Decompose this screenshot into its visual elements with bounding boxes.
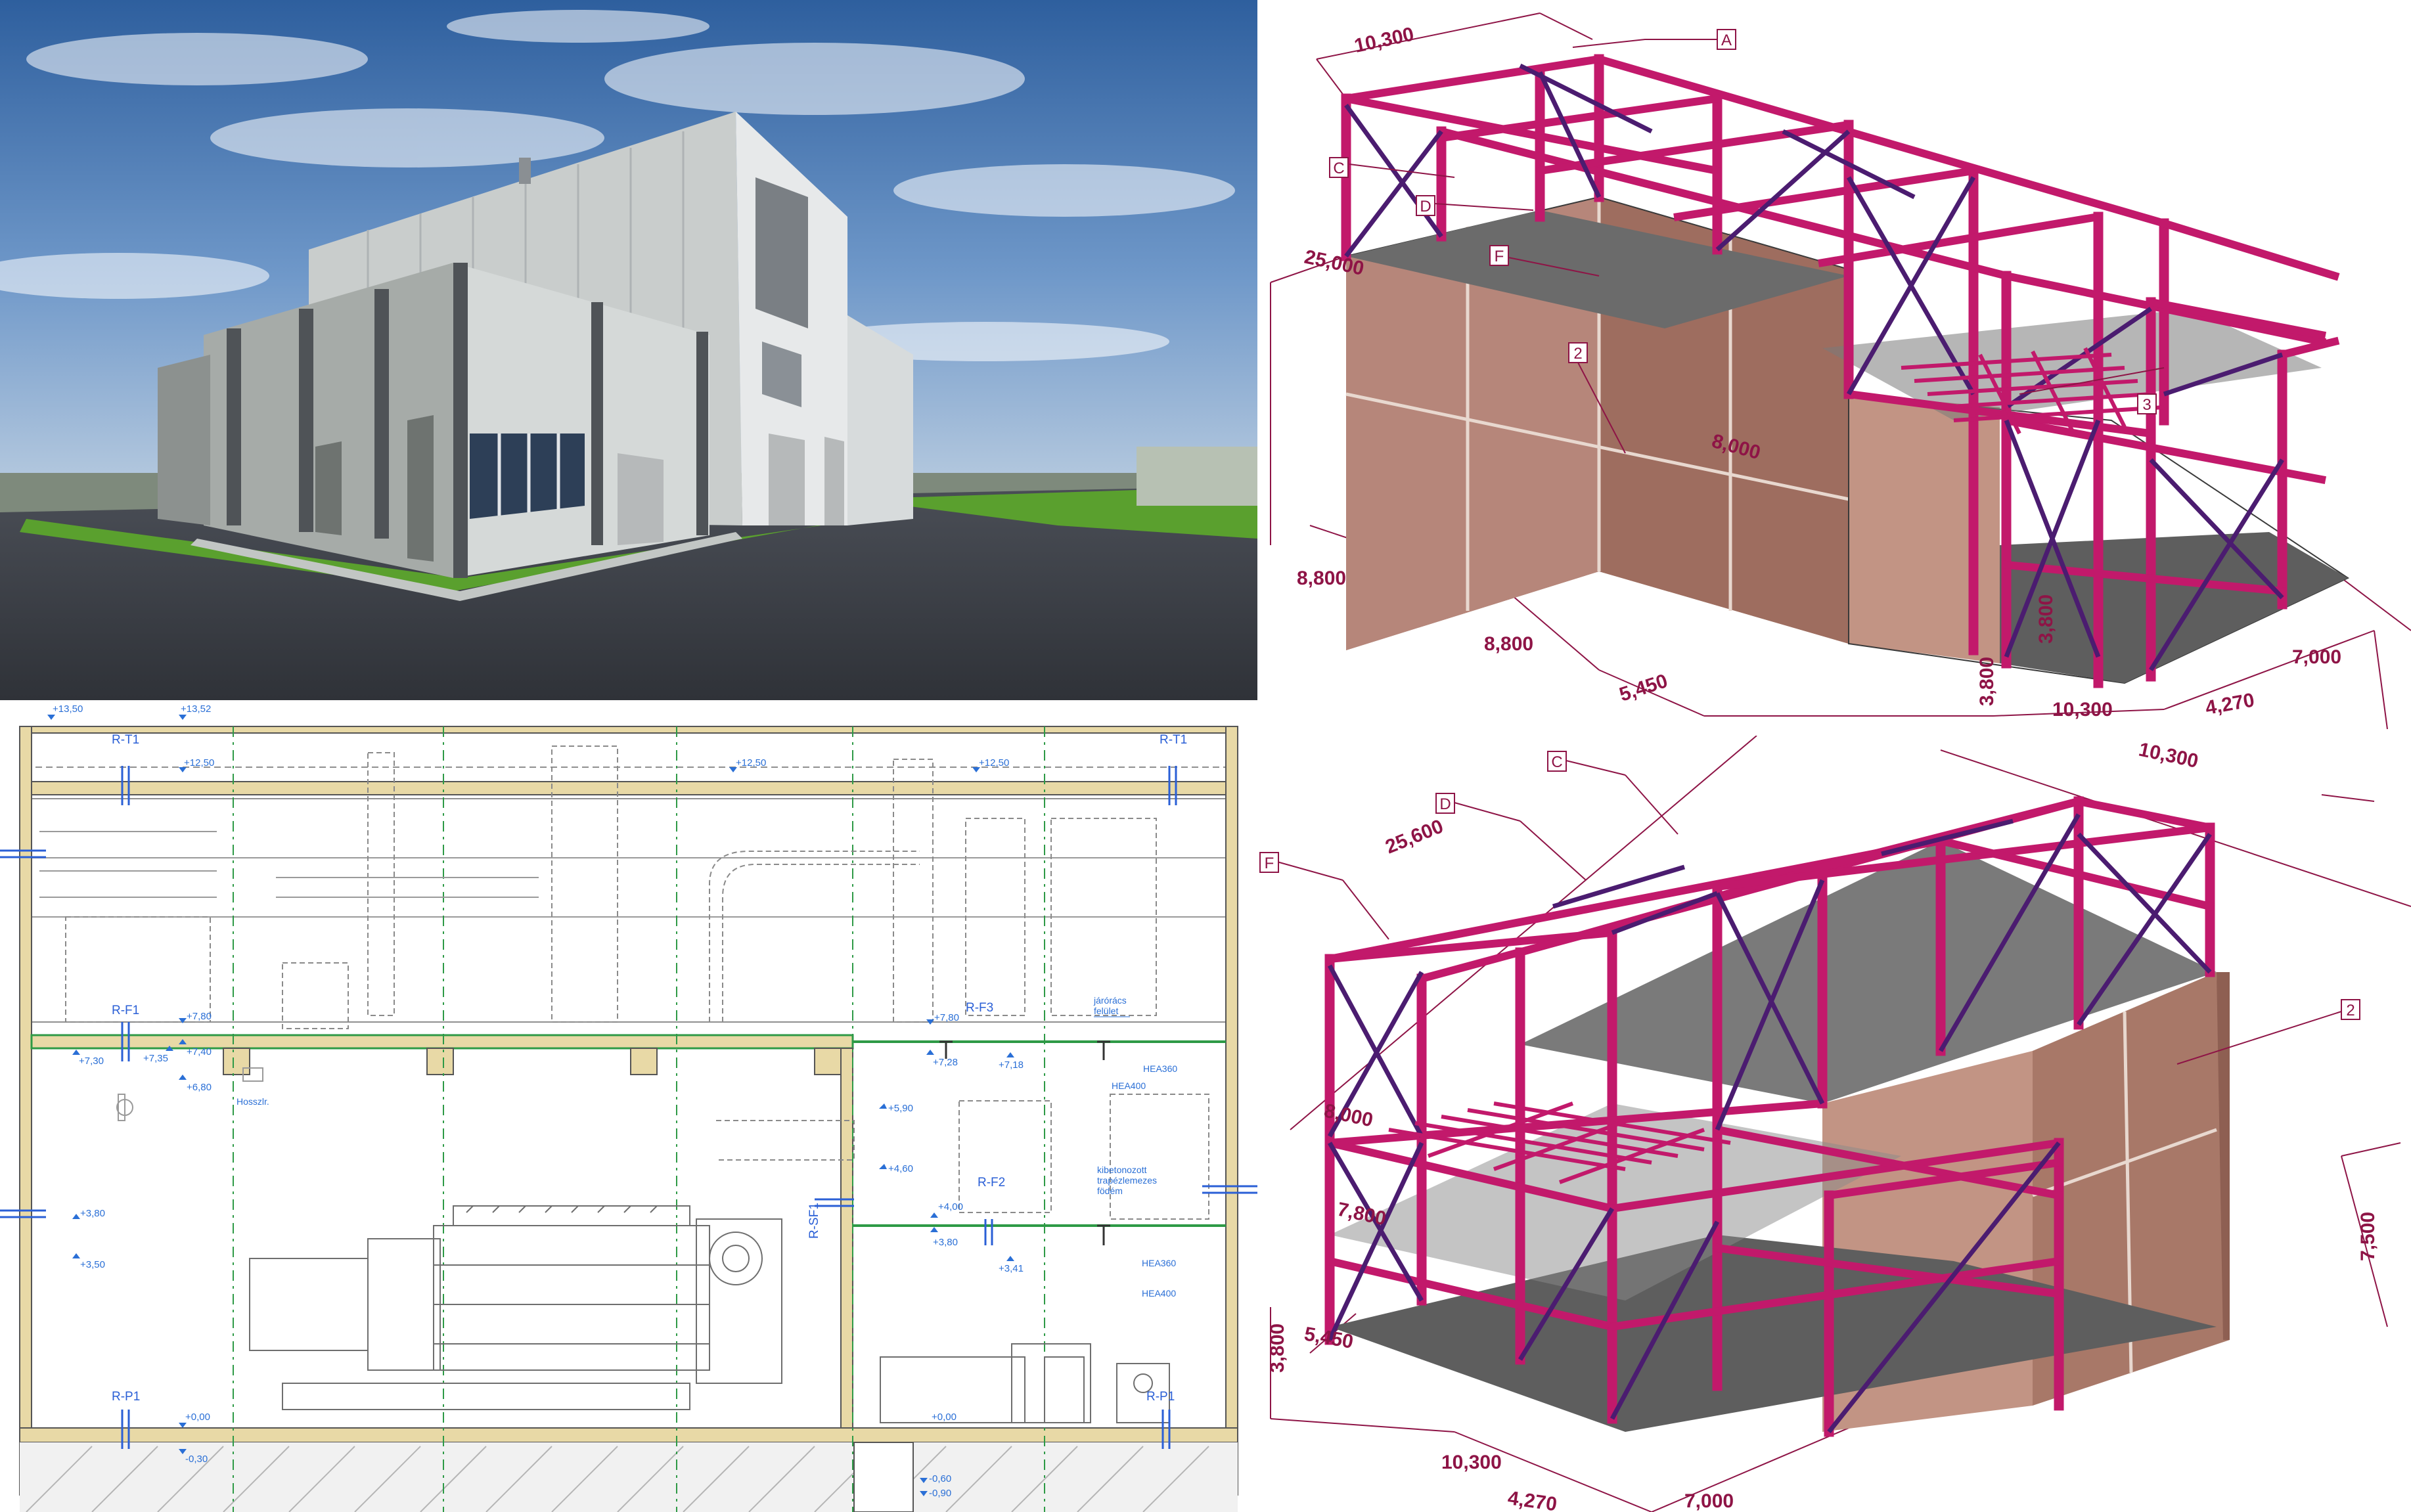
frame-view-2-svg: C D F 2 25,600 10,300 8,000 7,800 5,450 … — [1259, 736, 2411, 1512]
dim2-7800: 7,800 — [1336, 1199, 1388, 1230]
level-735: +7,35 — [143, 1053, 168, 1064]
level-460: +4,60 — [888, 1163, 913, 1174]
dim2-10300-top: 10,300 — [2137, 739, 2201, 772]
tag2-C: C — [1551, 753, 1562, 771]
dim2-7000: 7,000 — [1684, 1490, 1734, 1512]
level-1250-c: +12,50 — [979, 757, 1009, 768]
level-780-b: +7,80 — [934, 1012, 959, 1023]
axis-rsf1: R-SF1 — [807, 1203, 821, 1239]
level-1352: +13,52 — [181, 703, 211, 715]
dim-10300-top: 10,300 — [1353, 23, 1416, 56]
axis-rt1-left: R-T1 — [112, 733, 139, 747]
level-000-b: +0,00 — [932, 1412, 957, 1423]
section-drawing: R-T1 R-T1 R-F1 R-F3 R-F2 R-SF1 R-P1 R-P1 — [0, 700, 1257, 1512]
tag2-F: F — [1265, 855, 1274, 872]
note-jaroracs: járórács — [1093, 995, 1127, 1006]
dim-3800-b: 3,800 — [2035, 594, 2057, 644]
level-400: +4,00 — [938, 1201, 963, 1212]
dim-3800: 3,800 — [1976, 657, 1998, 706]
note-felulet: felület — [1094, 1006, 1118, 1016]
level-780-a: +7,80 — [187, 1011, 212, 1022]
dim2-25600: 25,600 — [1382, 816, 1446, 858]
steel-frame-view-2: C D F 2 25,600 10,300 8,000 7,800 5,450 … — [1257, 736, 2411, 1512]
level-1250-a: +12,50 — [184, 757, 214, 768]
section-svg: R-T1 R-T1 R-F1 R-F3 R-F2 R-SF1 R-P1 R-P1 — [0, 700, 1257, 1512]
dim-8800-b: 8,800 — [1484, 633, 1533, 655]
note-fodem: födém — [1097, 1186, 1123, 1196]
door-4 — [315, 441, 342, 535]
level-m030: -0,30 — [185, 1454, 208, 1465]
level-740: +7,40 — [187, 1046, 212, 1057]
frame-view-1-svg: A C D F 2 3 10,300 25,000 8,000 8,800 8,… — [1270, 12, 2411, 730]
steel-frame-view-1: A C D F 2 3 10,300 25,000 8,000 8,800 8,… — [1257, 0, 2411, 736]
axis-rp1-left: R-P1 — [112, 1390, 140, 1404]
tag-2: 2 — [1573, 345, 1582, 363]
dim-4270: 4,270 — [2203, 689, 2256, 719]
level-380-b: +3,80 — [933, 1237, 958, 1248]
level-380-a: +3,80 — [80, 1208, 105, 1219]
note-trapezlemezes: trapézlemezes — [1097, 1175, 1157, 1186]
level-730: +7,30 — [79, 1056, 104, 1067]
note-hea400-b: HEA400 — [1142, 1288, 1176, 1299]
note-hea360-a: HEA360 — [1143, 1063, 1177, 1074]
dim2-10300-bottom: 10,300 — [1441, 1452, 1502, 1473]
dim-7000: 7,000 — [2292, 646, 2341, 668]
level-341: +3,41 — [999, 1263, 1024, 1274]
dim2-4270: 4,270 — [1506, 1487, 1558, 1512]
ground-slab — [19, 1427, 1238, 1512]
note-hinge: Hosszlr. — [237, 1096, 269, 1107]
tag-C: C — [1333, 160, 1344, 177]
level-m060: -0,60 — [929, 1473, 951, 1484]
axis-rt1-right: R-T1 — [1160, 733, 1187, 747]
dim2-7500: 7,500 — [2357, 1212, 2379, 1261]
neighbor-building — [1137, 447, 1257, 506]
dim-8800-a: 8,800 — [1297, 567, 1346, 589]
level-680: +6,80 — [187, 1082, 212, 1093]
wall-left — [19, 726, 32, 1496]
level-000: +0,00 — [185, 1412, 210, 1423]
axis-rf1: R-F1 — [112, 1004, 139, 1017]
tag-A: A — [1721, 32, 1732, 49]
dim-25000: 25,000 — [1303, 246, 1366, 280]
level-1250-b: +12,50 — [736, 757, 766, 768]
level-m090: -0,90 — [929, 1488, 951, 1499]
level-590: +5,90 — [888, 1103, 913, 1114]
axis-rf3: R-F3 — [966, 1001, 993, 1015]
door-1 — [769, 434, 805, 525]
axis-rf2: R-F2 — [978, 1176, 1005, 1190]
tag2-D: D — [1439, 795, 1451, 813]
wall-right — [1225, 726, 1238, 1496]
tag2-2: 2 — [2346, 1002, 2355, 1019]
tag-3: 3 — [2142, 396, 2151, 414]
note-hea360-b: HEA360 — [1142, 1258, 1176, 1268]
level-1350: +13,50 — [53, 703, 83, 715]
door-3 — [618, 453, 664, 545]
louver-upper — [755, 177, 808, 328]
tag-F: F — [1495, 248, 1504, 265]
chimney — [519, 158, 531, 184]
axis-rp1-right: R-P1 — [1146, 1390, 1175, 1404]
dim-10300-bottom: 10,300 — [2052, 699, 2113, 721]
level-718: +7,18 — [999, 1059, 1024, 1071]
dim-5450: 5,450 — [1617, 670, 1671, 706]
dim2-3800: 3,800 — [1267, 1323, 1288, 1373]
low-block-side — [158, 355, 210, 525]
note-kibetonozott: kibetonozott — [1097, 1165, 1147, 1175]
note-hea400-a: HEA400 — [1112, 1080, 1146, 1091]
building-render — [0, 0, 1257, 700]
render-scene — [0, 0, 1257, 700]
tag-D: D — [1420, 198, 1431, 215]
level-350: +3,50 — [80, 1259, 105, 1270]
door-2 — [824, 437, 844, 525]
door-5 — [407, 415, 434, 562]
